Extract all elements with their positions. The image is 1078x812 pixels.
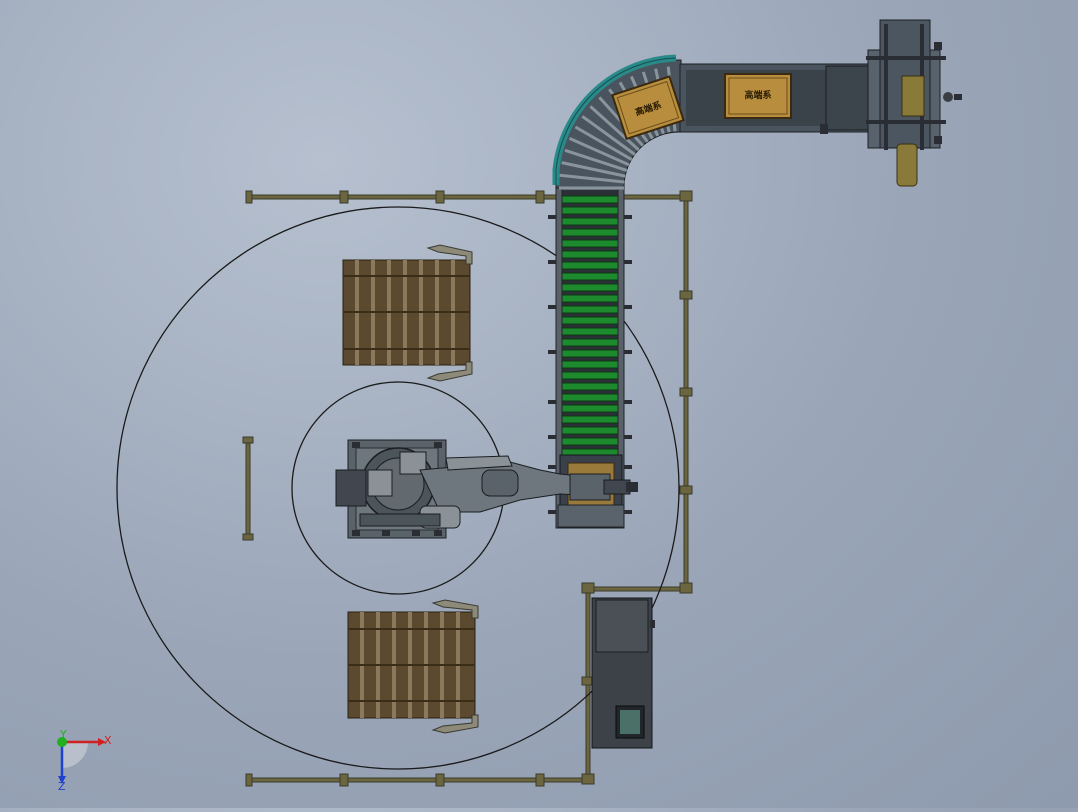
conveyor-roller (561, 415, 619, 424)
conveyor-roller (561, 426, 619, 435)
coordinate-triad[interactable]: X Y Z (57, 728, 112, 793)
conveyor-roller (561, 338, 619, 347)
pallet-top[interactable] (342, 244, 473, 382)
conveyor-roller (561, 316, 619, 325)
conveyor-roller (561, 206, 619, 215)
conveyor-roller (561, 239, 619, 248)
carton-label-2: 高端系 (744, 89, 771, 101)
conveyor-roller (561, 261, 619, 270)
conveyor-roller (561, 393, 619, 402)
conveyor-roller (561, 349, 619, 358)
conveyor-roller (561, 371, 619, 380)
cad-viewport[interactable]: 高端系 高端系 X Y Z (0, 0, 1078, 808)
conveyor-roller (561, 228, 619, 237)
conveyor-roller (561, 327, 619, 336)
conveyor-roller (561, 360, 619, 369)
conveyor-roller (561, 305, 619, 314)
carton-on-belt[interactable]: 高端系 (724, 73, 792, 119)
conveyor-roller (561, 250, 619, 259)
z-axis-label: Z (58, 780, 66, 793)
control-cabinet[interactable] (591, 597, 655, 749)
conveyor-roller (561, 404, 619, 413)
x-axis-label: X (104, 734, 112, 747)
y-axis-label: Y (59, 728, 67, 741)
conveyor-roller (561, 195, 619, 204)
conveyor-roller (561, 382, 619, 391)
conveyor-roller (561, 272, 619, 281)
scene-svg: 高端系 高端系 X Y Z (57, 19, 962, 793)
pallet-bottom[interactable] (347, 599, 479, 734)
case-erector-frame[interactable] (866, 19, 962, 187)
conveyor-roller (561, 437, 619, 446)
conveyor-roller (561, 294, 619, 303)
conveyor-roller (561, 217, 619, 226)
conveyor-roller (561, 283, 619, 292)
